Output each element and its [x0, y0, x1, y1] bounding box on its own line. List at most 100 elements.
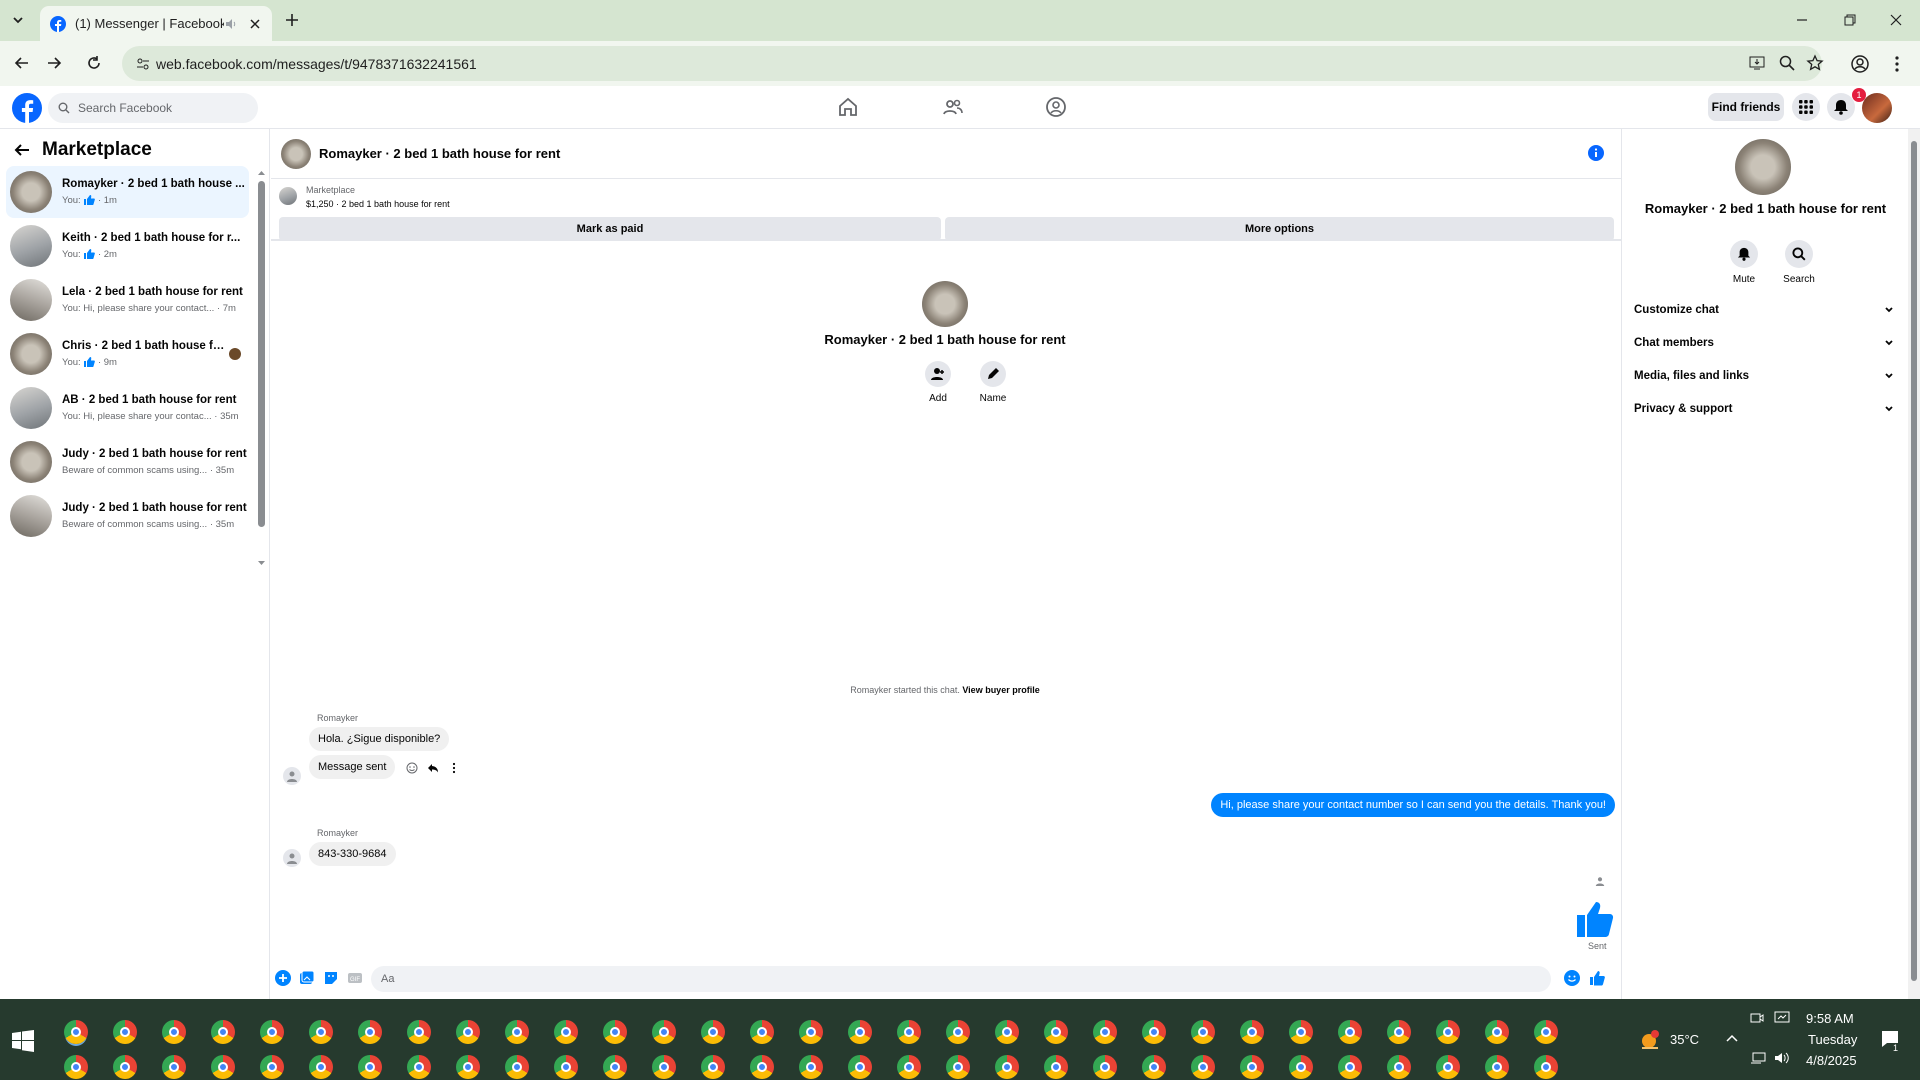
conversation-item[interactable]: Romayker · 2 bed 1 bath house ... You: ·… — [6, 166, 249, 218]
chat-members-section[interactable]: Chat members — [1634, 337, 1894, 349]
chrome-taskbar-icon[interactable] — [113, 1055, 137, 1079]
chrome-taskbar-icon[interactable] — [456, 1055, 480, 1079]
reload-icon[interactable] — [84, 53, 104, 73]
big-like-thumb-icon[interactable] — [1575, 899, 1615, 939]
listing-thumb[interactable] — [279, 187, 297, 205]
chrome-taskbar-icon[interactable] — [652, 1020, 676, 1044]
chrome-taskbar-icon[interactable] — [309, 1020, 333, 1044]
chrome-taskbar-icon[interactable] — [652, 1055, 676, 1079]
chrome-taskbar-icon[interactable] — [1338, 1020, 1362, 1044]
forward-icon[interactable] — [44, 53, 64, 73]
back-arrow-icon[interactable] — [14, 142, 30, 158]
zoom-icon[interactable] — [1778, 54, 1796, 72]
chrome-taskbar-icon[interactable] — [1338, 1055, 1362, 1079]
weather-temp[interactable]: 35°C — [1670, 1032, 1699, 1047]
restore-icon[interactable] — [1840, 10, 1860, 30]
chrome-taskbar-icon[interactable] — [750, 1055, 774, 1079]
conversation-scrollbar[interactable] — [257, 169, 266, 569]
chrome-taskbar-icon[interactable] — [358, 1055, 382, 1079]
chrome-taskbar-icon[interactable] — [995, 1020, 1019, 1044]
chrome-taskbar-icon[interactable] — [505, 1055, 529, 1079]
chrome-taskbar-icon[interactable] — [211, 1055, 235, 1079]
page-scrollbar[interactable] — [1908, 129, 1920, 999]
chrome-taskbar-icon[interactable] — [211, 1020, 235, 1044]
chrome-taskbar-icon[interactable] — [1044, 1055, 1068, 1079]
chrome-taskbar-icon[interactable] — [1191, 1055, 1215, 1079]
chrome-taskbar-icon[interactable] — [848, 1055, 872, 1079]
chrome-taskbar-icon[interactable] — [799, 1055, 823, 1079]
conversation-item[interactable]: Judy · 2 bed 1 bath house for rent Bewar… — [6, 490, 249, 542]
minimize-icon[interactable] — [1792, 10, 1812, 30]
more-vertical-icon[interactable] — [448, 762, 460, 774]
chrome-taskbar-icon[interactable] — [946, 1020, 970, 1044]
facebook-search-input[interactable]: Search Facebook — [48, 93, 258, 123]
customize-chat-section[interactable]: Customize chat — [1634, 304, 1894, 316]
add-people-button[interactable]: Add — [908, 361, 968, 404]
conversation-item[interactable]: Keith · 2 bed 1 bath house for r... You:… — [6, 220, 249, 272]
clock-date[interactable]: 4/8/2025 — [1806, 1053, 1857, 1068]
chrome-taskbar-icon[interactable] — [358, 1020, 382, 1044]
page-scrollbar-thumb[interactable] — [1911, 141, 1917, 981]
chrome-taskbar-icon[interactable] — [456, 1020, 480, 1044]
groups-icon[interactable] — [1045, 96, 1067, 118]
conversation-item[interactable]: Chris · 2 bed 1 bath house for... You: ·… — [6, 328, 249, 380]
browser-tab-messenger[interactable]: (1) Messenger | Facebook — [40, 6, 272, 41]
meet-now-icon[interactable] — [1750, 1011, 1764, 1025]
mute-button[interactable]: Mute — [1719, 240, 1769, 285]
conversation-item[interactable]: Lela · 2 bed 1 bath house for rent You: … — [6, 274, 249, 326]
listing-price-title[interactable]: $1,250 · 2 bed 1 bath house for rent — [306, 199, 450, 209]
chrome-taskbar-icon[interactable] — [1240, 1055, 1264, 1079]
conversation-item[interactable]: Judy · 2 bed 1 bath house for rent Bewar… — [6, 436, 249, 488]
tab-search-icon[interactable] — [6, 8, 30, 32]
chrome-taskbar-icon[interactable] — [750, 1020, 774, 1044]
scroll-down-icon[interactable] — [257, 559, 266, 567]
chrome-taskbar-icon[interactable] — [1534, 1020, 1558, 1044]
conversation-item[interactable]: AB · 2 bed 1 bath house for rent You: Hi… — [6, 382, 249, 434]
back-icon[interactable] — [12, 53, 32, 73]
chrome-taskbar-icon[interactable] — [162, 1020, 186, 1044]
chrome-taskbar-icon[interactable] — [1093, 1020, 1117, 1044]
close-window-icon[interactable] — [1886, 10, 1906, 30]
chrome-taskbar-icon[interactable] — [1485, 1020, 1509, 1044]
chrome-taskbar-icon[interactable] — [1436, 1055, 1460, 1079]
scroll-up-icon[interactable] — [257, 169, 266, 177]
clock-day[interactable]: Tuesday — [1808, 1032, 1857, 1047]
chrome-taskbar-icon[interactable] — [897, 1055, 921, 1079]
chrome-taskbar-icon[interactable] — [309, 1055, 333, 1079]
media-files-links-section[interactable]: Media, files and links — [1634, 370, 1894, 382]
chrome-taskbar-icon[interactable] — [505, 1020, 529, 1044]
chrome-taskbar-icon[interactable] — [407, 1055, 431, 1079]
chrome-taskbar-icon[interactable] — [848, 1020, 872, 1044]
photo-icon[interactable] — [299, 970, 315, 986]
view-buyer-profile-link[interactable]: View buyer profile — [962, 685, 1039, 695]
network-icon[interactable] — [1750, 1051, 1766, 1065]
chrome-taskbar-icon[interactable] — [1191, 1020, 1215, 1044]
chrome-taskbar-icon[interactable] — [995, 1055, 1019, 1079]
search-in-chat-button[interactable]: Search — [1774, 240, 1824, 285]
incoming-message[interactable]: Hola. ¿Sigue disponible? — [309, 727, 450, 751]
new-tab-icon[interactable] — [282, 10, 302, 30]
chrome-taskbar-icon[interactable] — [946, 1055, 970, 1079]
install-app-icon[interactable] — [1748, 54, 1766, 72]
facebook-logo-icon[interactable] — [12, 93, 42, 123]
chrome-taskbar-icon[interactable] — [1240, 1020, 1264, 1044]
scrollbar-thumb[interactable] — [258, 181, 265, 527]
chrome-taskbar-icon[interactable] — [603, 1055, 627, 1079]
chrome-taskbar-icon[interactable] — [113, 1020, 137, 1044]
bookmark-star-icon[interactable] — [1806, 54, 1824, 72]
chrome-taskbar-icon[interactable] — [1436, 1020, 1460, 1044]
chevron-up-icon[interactable] — [1725, 1032, 1739, 1046]
chrome-taskbar-icon[interactable] — [799, 1020, 823, 1044]
close-tab-icon[interactable] — [248, 17, 262, 31]
chrome-taskbar-icon[interactable] — [701, 1020, 725, 1044]
menu-button[interactable] — [1792, 93, 1820, 121]
chrome-taskbar-icon[interactable] — [1387, 1020, 1411, 1044]
weather-sun-icon[interactable] — [1638, 1028, 1662, 1052]
address-bar[interactable]: web.facebook.com/messages/t/947837163224… — [122, 46, 1824, 81]
reply-icon[interactable] — [427, 762, 439, 774]
chrome-taskbar-icon[interactable] — [603, 1020, 627, 1044]
profile-icon[interactable] — [1850, 54, 1870, 74]
chrome-taskbar-icon[interactable] — [1093, 1055, 1117, 1079]
send-like-icon[interactable] — [1589, 970, 1605, 986]
chrome-taskbar-icon[interactable] — [554, 1055, 578, 1079]
